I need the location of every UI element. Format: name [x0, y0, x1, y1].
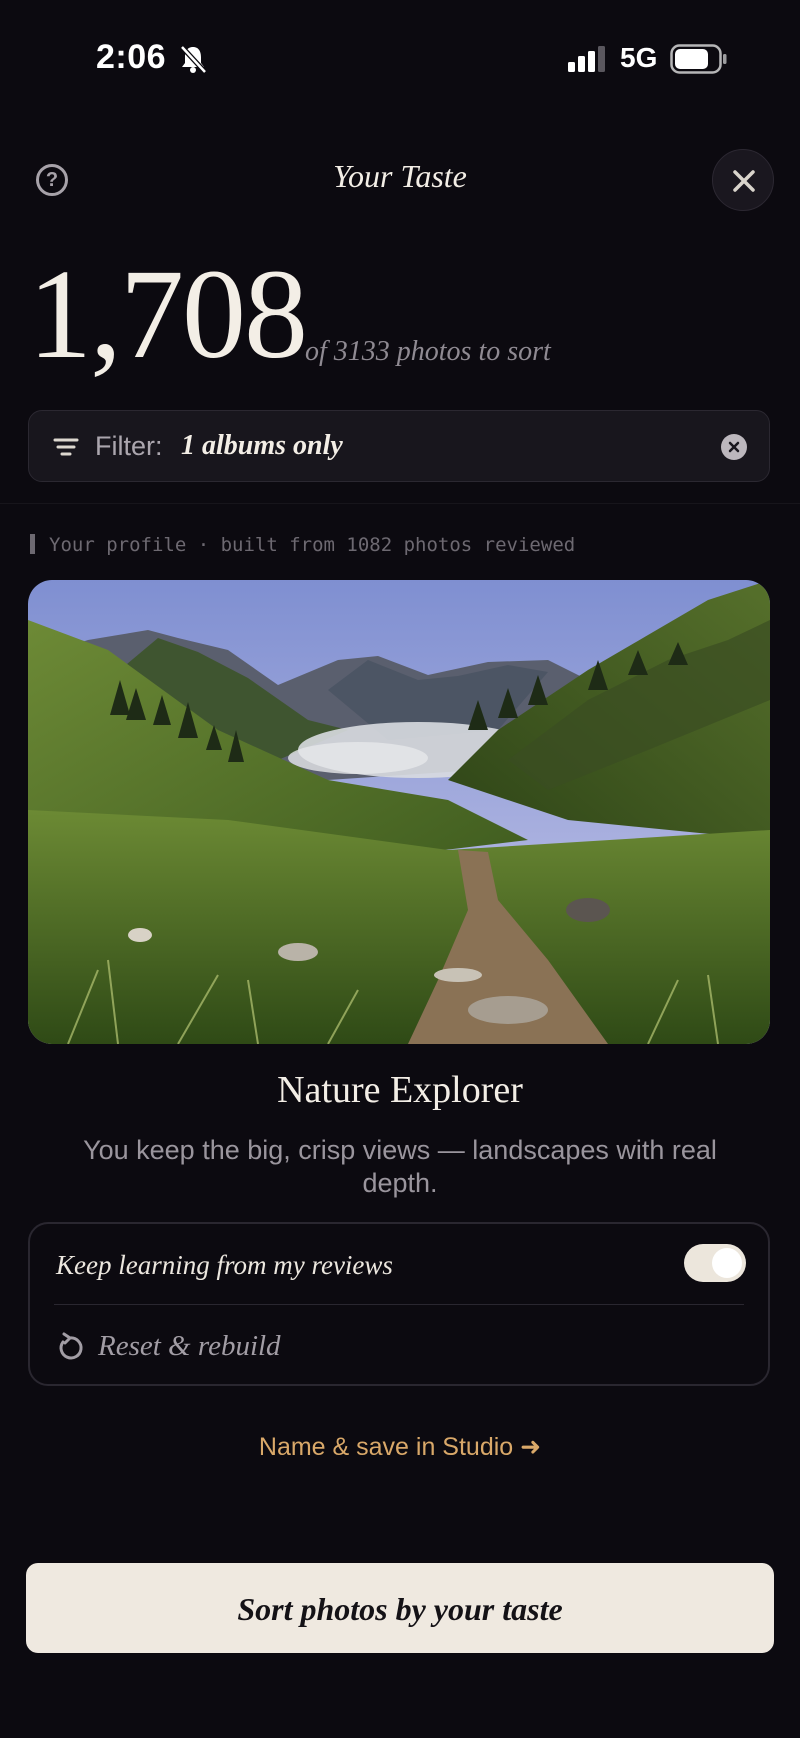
keep-learning-label: Keep learning from my reviews [56, 1250, 393, 1280]
clear-icon [728, 441, 740, 453]
settings-divider [54, 1304, 744, 1305]
profile-photo [28, 580, 770, 1044]
filter-lines-icon [53, 438, 79, 456]
bell-muted-icon [180, 45, 207, 74]
page-title: Your Taste [333, 158, 467, 194]
filter-value: 1 albums only [181, 430, 343, 461]
status-time: 2:06 [96, 38, 167, 76]
profile-description: You keep the big, crisp views — landscap… [83, 1135, 717, 1198]
save-in-studio-link[interactable]: Name & save in Studio ➜ [0, 1432, 800, 1462]
close-icon [733, 170, 755, 192]
profile-caption-text: Your profile · built from 1082 photos re… [49, 534, 576, 556]
filter-bar[interactable]: Filter: 1 albums only [28, 410, 770, 482]
photos-remaining-count: 1,708 [28, 243, 308, 385]
close-button[interactable] [712, 149, 774, 211]
filter-label: Filter: [95, 431, 163, 461]
photos-total-label: of 3133 photos to sort [305, 336, 551, 367]
signal-icon [568, 46, 605, 72]
section-divider [0, 503, 800, 504]
sort-photos-button[interactable]: Sort photos by your taste [26, 1563, 774, 1653]
profile-name: Nature Explorer [277, 1069, 523, 1111]
toggle-knob [712, 1248, 742, 1278]
settings-card: Keep learning from my reviews Reset & re… [28, 1222, 770, 1386]
keep-learning-toggle[interactable] [684, 1244, 746, 1282]
clear-filter-button[interactable] [721, 434, 747, 460]
profile-caption: Your profile · built from 1082 photos re… [30, 534, 575, 556]
reset-icon[interactable] [56, 1332, 84, 1362]
reset-rebuild-button[interactable]: Reset & rebuild [98, 1330, 281, 1363]
network-type: 5G [620, 42, 658, 73]
battery-icon [670, 44, 727, 74]
